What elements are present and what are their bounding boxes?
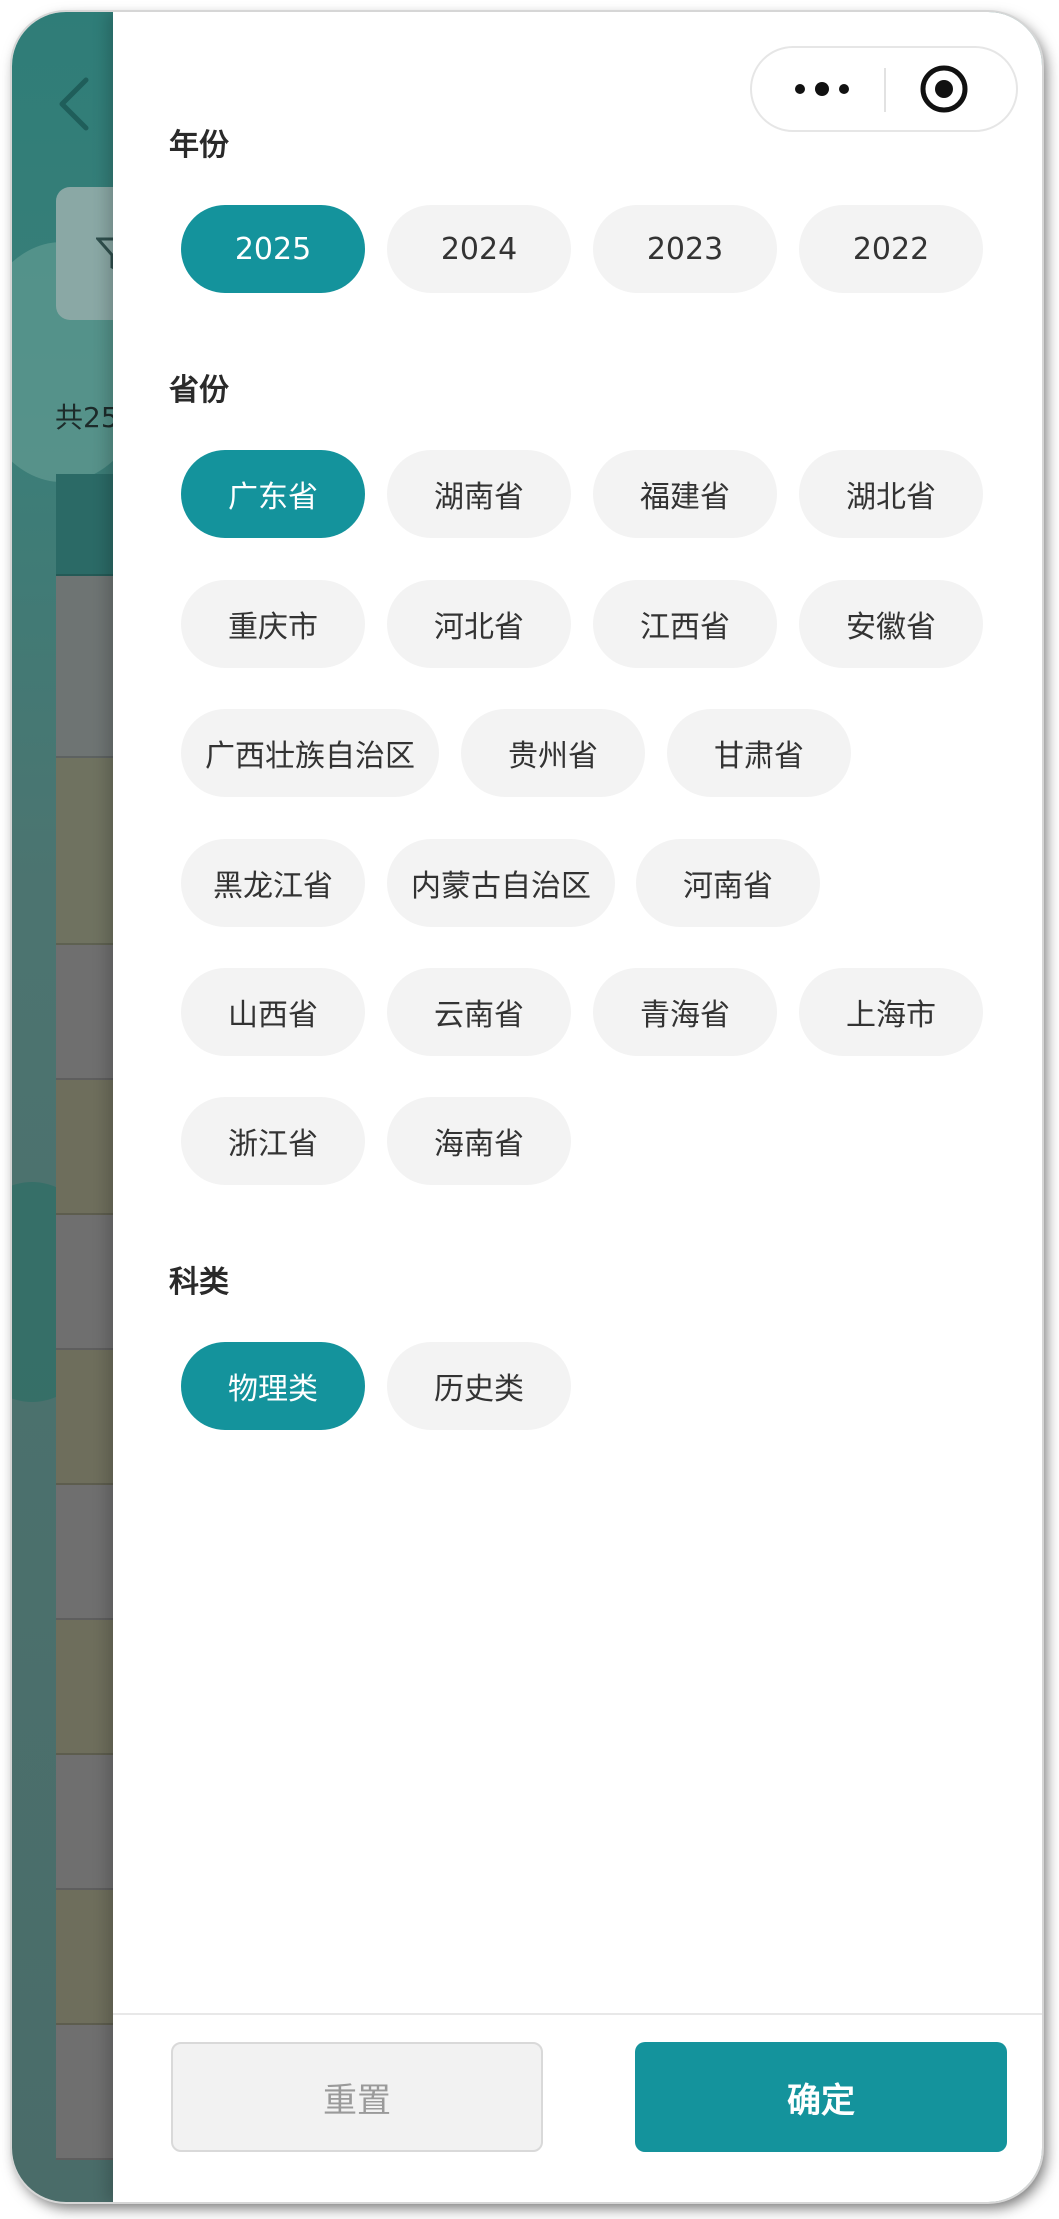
chip-province[interactable]: 重庆市	[181, 580, 365, 668]
result-count: 共25	[55, 401, 119, 434]
chip-province[interactable]: 河南省	[636, 839, 820, 927]
chip-province[interactable]: 浙江省	[181, 1097, 365, 1185]
chip-year-2023[interactable]: 2023	[593, 205, 777, 293]
chip-province[interactable]: 山西省	[181, 968, 365, 1056]
chip-year-2022[interactable]: 2022	[799, 205, 983, 293]
chip-province[interactable]: 云南省	[387, 968, 571, 1056]
more-dots-icon	[795, 82, 849, 96]
chip-province[interactable]: 广东省	[181, 450, 365, 538]
close-miniprogram-icon[interactable]	[918, 63, 970, 115]
chip-province[interactable]: 江西省	[593, 580, 777, 668]
chip-province[interactable]: 福建省	[593, 450, 777, 538]
section-title-year: 年份	[169, 128, 229, 163]
chip-province[interactable]: 甘肃省	[667, 709, 851, 797]
chip-province[interactable]: 湖南省	[387, 450, 571, 538]
filter-drawer: 年份 2025 2024 2023 2022 省份 广东省 湖南省 福建省 湖北…	[113, 12, 1042, 2202]
chip-province[interactable]: 贵州省	[461, 709, 645, 797]
back-arrow-icon[interactable]	[52, 74, 96, 134]
chip-province[interactable]: 内蒙古自治区	[387, 839, 615, 927]
more-button[interactable]	[782, 48, 862, 130]
reset-button[interactable]: 重置	[171, 2042, 543, 2152]
phone-screen: 共25 年份 2025 2024 2023 2022 省份 广东省 湖南省 福建…	[12, 12, 1042, 2202]
chip-province[interactable]: 安徽省	[799, 580, 983, 668]
chip-province[interactable]: 湖北省	[799, 450, 983, 538]
footer-divider	[113, 2013, 1042, 2015]
section-title-subject: 科类	[169, 1265, 229, 1300]
chip-subject-history[interactable]: 历史类	[387, 1342, 571, 1430]
chip-province[interactable]: 广西壮族自治区	[181, 709, 439, 797]
chip-province[interactable]: 海南省	[387, 1097, 571, 1185]
confirm-button[interactable]: 确定	[635, 2042, 1007, 2152]
capsule-divider	[884, 68, 886, 112]
chip-province[interactable]: 黑龙江省	[181, 839, 365, 927]
chip-province[interactable]: 河北省	[387, 580, 571, 668]
chip-year-2025[interactable]: 2025	[181, 205, 365, 293]
mini-program-capsule	[750, 46, 1018, 132]
section-title-province: 省份	[169, 373, 229, 408]
chip-year-2024[interactable]: 2024	[387, 205, 571, 293]
chip-province[interactable]: 青海省	[593, 968, 777, 1056]
chip-province[interactable]: 上海市	[799, 968, 983, 1056]
chip-subject-physics[interactable]: 物理类	[181, 1342, 365, 1430]
